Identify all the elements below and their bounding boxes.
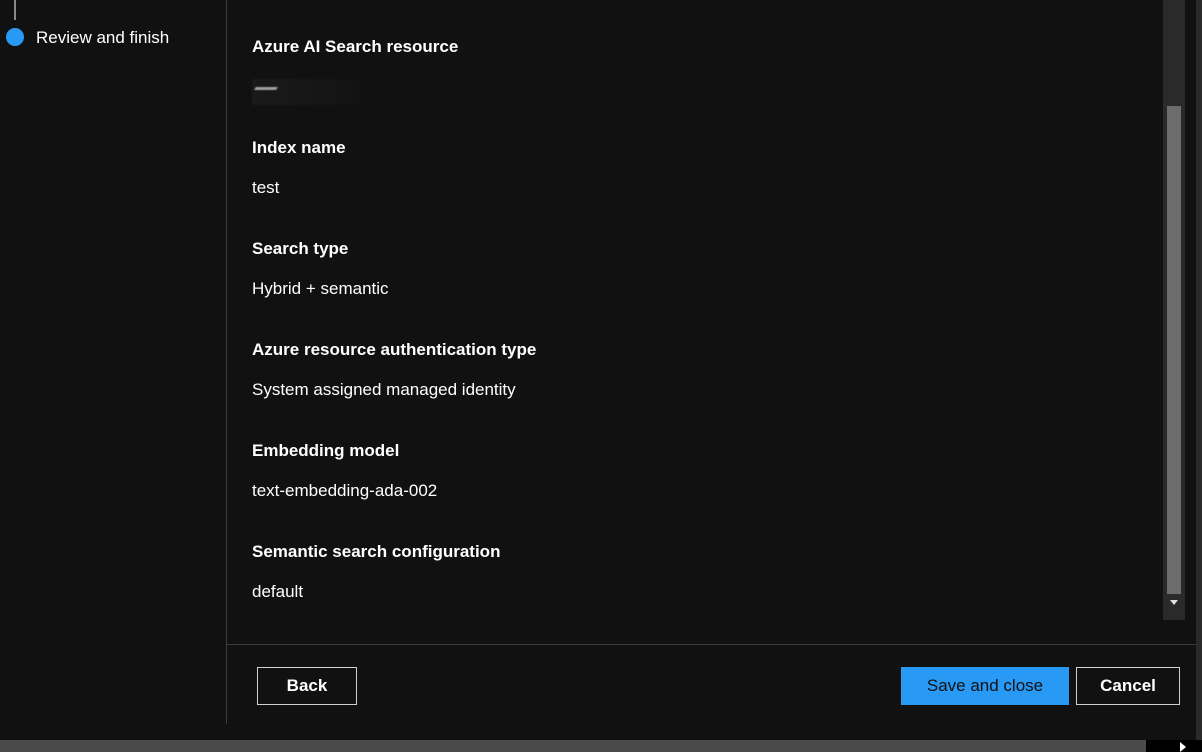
field-value: text-embedding-ada-002 <box>252 481 438 500</box>
field-value: System assigned managed identity <box>252 380 516 399</box>
field-embedding-model: Embedding model text-embedding-ada-002 <box>252 441 437 501</box>
field-value: default <box>252 582 304 601</box>
panel-edge <box>1196 0 1202 740</box>
field-label: Index name <box>252 138 346 157</box>
step-connector-line <box>14 0 16 20</box>
field-label: Semantic search configuration <box>252 542 501 561</box>
field-label: Azure resource authentication type <box>252 340 537 359</box>
vertical-scrollbar[interactable] <box>1163 0 1185 620</box>
field-auth-type: Azure resource authentication type Syste… <box>252 340 536 400</box>
field-search-type: Search type Hybrid + semantic <box>252 239 389 299</box>
field-value: Hybrid + semantic <box>252 279 389 298</box>
scrollbar-thumb[interactable] <box>1167 106 1181 594</box>
horizontal-scrollbar[interactable] <box>0 740 1202 752</box>
field-value: test <box>252 178 280 197</box>
redacted-value <box>252 79 372 105</box>
scrollbar-corner <box>1146 740 1202 752</box>
current-step-indicator-icon <box>6 28 24 46</box>
field-index-name: Index name test <box>252 138 346 198</box>
footer-divider <box>227 644 1202 645</box>
cancel-button[interactable]: Cancel <box>1076 667 1180 705</box>
scroll-down-arrow-icon[interactable] <box>1170 600 1178 605</box>
review-content: Azure AI Search resource Index name test… <box>227 0 1163 644</box>
save-and-close-button[interactable]: Save and close <box>901 667 1069 705</box>
wizard-steps-panel: Review and finish <box>0 0 227 724</box>
field-label: Embedding model <box>252 441 400 460</box>
back-button[interactable]: Back <box>257 667 357 705</box>
field-search-resource: Azure AI Search resource <box>252 37 458 105</box>
field-semantic-config: Semantic search configuration default <box>252 542 500 602</box>
field-label: Azure AI Search resource <box>252 37 459 56</box>
scroll-right-arrow-icon[interactable] <box>1180 742 1186 752</box>
step-review-and-finish[interactable]: Review and finish <box>36 28 169 48</box>
field-label: Search type <box>252 239 349 258</box>
